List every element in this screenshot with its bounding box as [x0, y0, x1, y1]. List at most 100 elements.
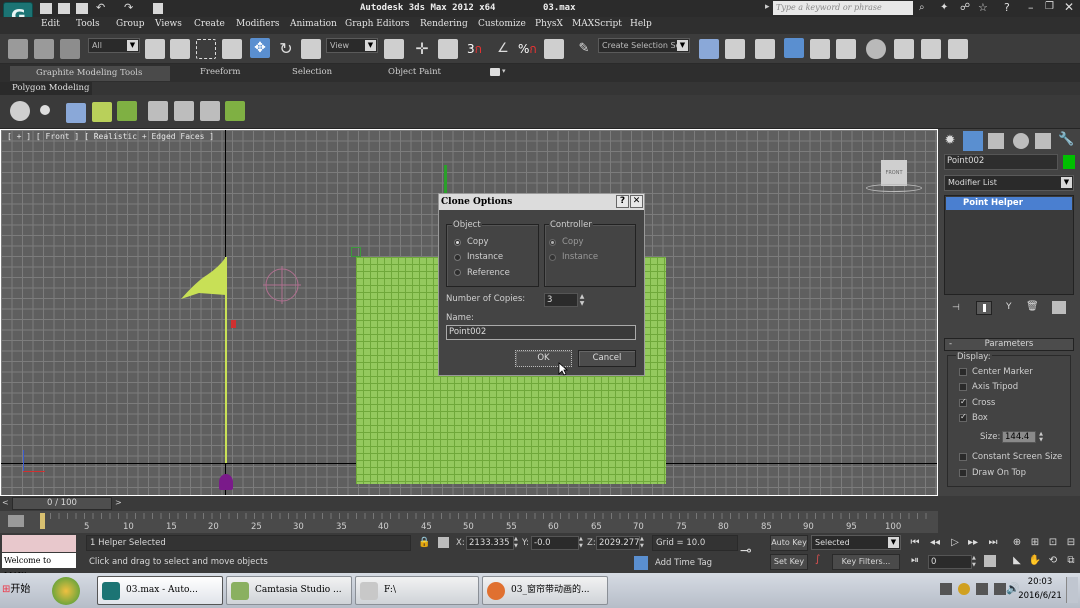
- object-name-input[interactable]: Point002: [944, 154, 1058, 170]
- menu-edit[interactable]: Edit: [41, 19, 60, 29]
- constant-screen-size-label[interactable]: Constant Screen Size: [972, 452, 1062, 462]
- y-spinner[interactable]: ▲ ▼: [579, 536, 586, 550]
- layer-manager-icon[interactable]: [755, 39, 775, 59]
- display-panel-icon[interactable]: [1035, 133, 1051, 149]
- dialog-close-button[interactable]: ✕: [630, 195, 643, 208]
- reference-coordinate-dropdown[interactable]: View ▼: [326, 38, 378, 53]
- tray-keyboard-icon[interactable]: [940, 583, 952, 595]
- time-slider-next-button[interactable]: >: [115, 498, 123, 509]
- key-filters-button[interactable]: Key Filters...: [832, 554, 900, 570]
- window-crossing-icon[interactable]: [222, 39, 242, 59]
- named-selection-sets-dropdown[interactable]: Create Selection Se ▼: [598, 38, 690, 53]
- copies-input[interactable]: 3: [544, 293, 578, 307]
- zoom-all-icon[interactable]: ⊞: [1028, 536, 1042, 550]
- center-marker-label[interactable]: Center Marker: [972, 367, 1033, 377]
- controller-instance-label[interactable]: Instance: [562, 252, 598, 262]
- box-label[interactable]: Box: [972, 413, 988, 423]
- stack-item-point-helper[interactable]: Point Helper: [946, 197, 1072, 210]
- y-coordinate-input[interactable]: -0.0: [531, 536, 579, 550]
- z-coordinate-input[interactable]: 2029.277: [596, 536, 640, 550]
- favorites-star-icon[interactable]: ☆: [978, 1, 988, 14]
- maxscript-mini-listener-top[interactable]: [2, 535, 76, 552]
- x-spinner[interactable]: ▲ ▼: [514, 536, 521, 550]
- menu-graph-editors[interactable]: Graph Editors: [345, 19, 409, 29]
- object-copy-label[interactable]: Copy: [467, 237, 489, 247]
- constant-screen-size-checkbox[interactable]: [959, 453, 967, 461]
- object-reference-radio[interactable]: [454, 269, 461, 276]
- controller-copy-radio[interactable]: [549, 239, 556, 246]
- pin-stack-icon[interactable]: ⊣: [952, 303, 962, 313]
- save-file-icon[interactable]: [76, 3, 88, 14]
- modifier-list-dropdown[interactable]: Modifier List ▼: [944, 175, 1074, 191]
- motion-panel-icon[interactable]: [1013, 133, 1029, 149]
- maxscript-mini-listener[interactable]: Welcome to MAX!: [2, 553, 76, 580]
- menu-group[interactable]: Group: [116, 19, 144, 29]
- menu-help[interactable]: Help: [630, 19, 652, 29]
- mini-curve-editor-icon[interactable]: [8, 515, 24, 527]
- default-in-out-tangents-icon[interactable]: ∫: [815, 554, 820, 565]
- menu-animation[interactable]: Animation: [290, 19, 337, 29]
- select-and-scale-icon[interactable]: [301, 39, 321, 59]
- menu-views[interactable]: Views: [155, 19, 182, 29]
- start-button[interactable]: ⊞开始: [2, 579, 40, 601]
- clock-date[interactable]: 2016/6/21: [1018, 591, 1062, 601]
- purple-object[interactable]: [219, 474, 233, 490]
- field-of-view-icon[interactable]: ◣: [1010, 554, 1024, 568]
- box-checkbox[interactable]: [959, 412, 967, 422]
- axis-tripod-label[interactable]: Axis Tripod: [972, 382, 1018, 392]
- zoom-extents-all-icon[interactable]: ⊟: [1064, 536, 1078, 550]
- object-color-swatch[interactable]: [1063, 155, 1075, 169]
- collapse-stack-icon[interactable]: [200, 101, 220, 121]
- element-icon[interactable]: [148, 101, 168, 121]
- tray-security-icon[interactable]: [958, 583, 970, 595]
- modify-panel-icon[interactable]: [963, 131, 983, 151]
- add-time-tag-button[interactable]: Add Time Tag: [652, 555, 738, 571]
- object-instance-label[interactable]: Instance: [467, 252, 503, 262]
- show-end-result-toggle[interactable]: [976, 301, 992, 315]
- ribbon-options-icon[interactable]: [490, 68, 500, 76]
- configure-modifier-sets-icon[interactable]: [1052, 301, 1066, 314]
- viewcube[interactable]: FRONT: [881, 160, 907, 186]
- parameters-rollout-header[interactable]: - Parameters: [944, 338, 1074, 351]
- ribbon-dropdown-icon[interactable]: ▾: [502, 67, 506, 75]
- axis-tripod-checkbox[interactable]: [959, 383, 967, 391]
- menu-modifiers[interactable]: Modifiers: [236, 19, 280, 29]
- curve-editor-icon[interactable]: [810, 39, 830, 59]
- cancel-button[interactable]: Cancel: [578, 350, 636, 367]
- angle-snap-icon[interactable]: ∠: [493, 39, 513, 59]
- key-mode-dropdown[interactable]: Selected ▼: [811, 535, 901, 550]
- edit-poly-toggle-icon[interactable]: [174, 101, 194, 121]
- close-button[interactable]: ✕: [1064, 0, 1074, 14]
- next-frame-button[interactable]: ▸▸: [966, 536, 980, 550]
- open-file-icon[interactable]: [58, 3, 70, 14]
- x-coordinate-input[interactable]: 2133.335: [466, 536, 514, 550]
- vertex-icon[interactable]: [40, 105, 50, 115]
- modify-mode-icon[interactable]: [10, 101, 30, 121]
- key-mode-toggle-button[interactable]: ⏯: [908, 554, 922, 568]
- keyboard-shortcut-override-icon[interactable]: [438, 39, 458, 59]
- taskbar-explorer[interactable]: F:\: [355, 576, 479, 605]
- restore-button[interactable]: ❐: [1045, 1, 1054, 12]
- search-input[interactable]: Type a keyword or phrase: [773, 1, 913, 15]
- tab-object-paint[interactable]: Object Paint: [388, 67, 441, 77]
- clock-time[interactable]: 20:03: [1020, 577, 1060, 587]
- select-and-link-icon[interactable]: [8, 39, 28, 59]
- cross-label[interactable]: Cross: [972, 398, 995, 408]
- previous-frame-button[interactable]: ◂◂: [928, 536, 942, 550]
- select-manipulate-icon[interactable]: ✛: [412, 39, 432, 59]
- select-object-icon[interactable]: [145, 39, 165, 59]
- menu-maxscript[interactable]: MAXScript: [572, 19, 622, 29]
- hierarchy-panel-icon[interactable]: [988, 133, 1004, 149]
- taskbar-camtasia[interactable]: Camtasia Studio ...: [226, 576, 352, 605]
- controller-instance-radio[interactable]: [549, 254, 556, 261]
- tray-camera-icon[interactable]: [976, 583, 988, 595]
- tray-network-icon[interactable]: [994, 583, 1006, 595]
- show-end-result-icon[interactable]: [225, 101, 245, 121]
- crosshair-helper[interactable]: [263, 266, 301, 304]
- object-instance-radio[interactable]: [454, 254, 461, 261]
- make-unique-icon[interactable]: Y: [1006, 302, 1012, 312]
- subscription-icon[interactable]: ☍: [960, 2, 970, 13]
- auto-key-button[interactable]: Auto Key: [770, 535, 808, 551]
- menu-rendering[interactable]: Rendering: [420, 19, 468, 29]
- copies-spinner[interactable]: ▲ ▼: [578, 293, 586, 307]
